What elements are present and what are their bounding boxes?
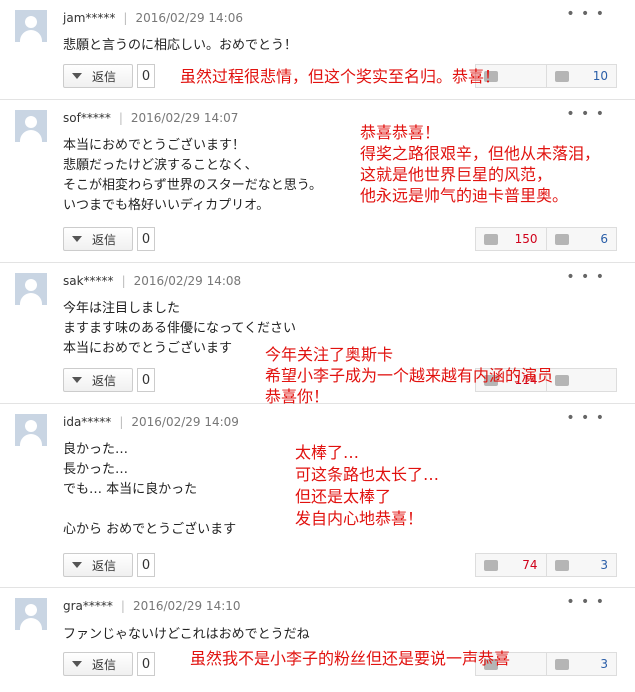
username[interactable]: sak***** [63, 274, 114, 288]
chevron-down-icon [72, 73, 82, 79]
thumbs-up-icon [484, 233, 498, 245]
comment-meta: jam***** | 2016/02/29 14:06 [63, 11, 243, 25]
more-options-icon[interactable]: • • • [566, 269, 605, 285]
reply-count: 0 [137, 227, 155, 251]
comment-meta: ida***** | 2016/02/29 14:09 [63, 415, 239, 429]
translation-note: 虽然我不是小李子的粉丝但还是要说一声恭喜 [190, 649, 511, 668]
reply-count: 0 [137, 368, 155, 392]
comment-item: ida***** | 2016/02/29 14:09 • • • 良かった… 長か… [0, 404, 635, 588]
more-options-icon[interactable]: • • • [566, 6, 605, 22]
vote-box: 150 6 [475, 227, 617, 251]
username[interactable]: jam***** [63, 11, 115, 25]
comment-meta: sof***** | 2016/02/29 14:07 [63, 111, 239, 125]
comment-item: jam***** | 2016/02/29 14:06 • • • 悲願と言うのに相… [0, 0, 635, 100]
reply-button[interactable]: 返信 [63, 227, 133, 251]
reply-count: 0 [137, 64, 155, 88]
like-button[interactable]: 150 [476, 228, 546, 250]
translation-note: 恭喜恭喜！ 得奖之路很艰辛，但他从未落泪， 这就是他世界巨星的风范， 他永远是帅… [360, 123, 601, 205]
more-options-icon[interactable]: • • • [566, 410, 605, 426]
username[interactable]: ida***** [63, 415, 111, 429]
comment-text: 本当におめでとうございます！ 悲願だったけど涙することなく、 そこが相変わらず世… [63, 138, 322, 213]
more-options-icon[interactable]: • • • [566, 106, 605, 122]
avatar[interactable] [15, 598, 47, 630]
thumbs-down-icon [554, 233, 569, 245]
avatar[interactable] [15, 273, 47, 305]
thumbs-down-icon [554, 559, 569, 571]
comment-item: sak***** | 2016/02/29 14:08 • • • 今年は注目しまし… [0, 263, 635, 406]
like-button[interactable]: 74 [476, 554, 546, 576]
timestamp: 2016/02/29 14:10 [132, 599, 241, 613]
dislike-button[interactable]: 3 [545, 653, 617, 675]
reply-button[interactable]: 返信 [63, 553, 133, 577]
comment-meta: gra***** | 2016/02/29 14:10 [63, 599, 241, 613]
dislike-button[interactable] [545, 369, 617, 391]
timestamp: 2016/02/29 14:07 [130, 111, 239, 125]
comment-text: 今年は注目しました ますます味のある俳優になってください 本当におめでとうござい… [63, 301, 296, 356]
chevron-down-icon [72, 236, 82, 242]
timestamp: 2016/02/29 14:06 [135, 11, 243, 25]
reply-button[interactable]: 返信 [63, 64, 133, 88]
thumbs-up-icon [484, 559, 498, 571]
avatar[interactable] [15, 10, 47, 42]
translation-note: 太棒了… 可这条路也太长了… 但还是太棒了 发自内心地恭喜！ [295, 443, 440, 528]
timestamp: 2016/02/29 14:09 [131, 415, 239, 429]
reply-button[interactable]: 返信 [63, 368, 133, 392]
comment-text: ファンじゃないけどこれはおめでとうだね [63, 627, 310, 642]
dislike-button[interactable]: 10 [545, 65, 617, 87]
reply-count: 0 [137, 652, 155, 676]
vote-box: 74 3 [475, 553, 617, 577]
comment-meta: sak***** | 2016/02/29 14:08 [63, 274, 242, 288]
avatar[interactable] [15, 414, 47, 446]
chevron-down-icon [72, 562, 82, 568]
thumbs-down-icon [554, 374, 569, 386]
comment-text: 悲願と言うのに相応しい。おめでとう！ [63, 38, 298, 53]
timestamp: 2016/02/29 14:08 [133, 274, 242, 288]
more-options-icon[interactable]: • • • [566, 594, 605, 610]
chevron-down-icon [72, 661, 82, 667]
username[interactable]: sof***** [63, 111, 111, 125]
avatar[interactable] [15, 110, 47, 142]
comment-text: 良かった… 長かった… でも… 本当に良かった 心から おめでとうございます [63, 442, 237, 537]
thumbs-down-icon [554, 658, 569, 670]
thumbs-down-icon [554, 70, 569, 82]
comment-item: sof***** | 2016/02/29 14:07 • • • 本当におめでとう… [0, 100, 635, 263]
reply-count: 0 [137, 553, 155, 577]
chevron-down-icon [72, 377, 82, 383]
username[interactable]: gra***** [63, 599, 113, 613]
comment-item: gra***** | 2016/02/29 14:10 • • • ファンじゃないけ… [0, 588, 635, 692]
reply-button[interactable]: 返信 [63, 652, 133, 676]
dislike-button[interactable]: 3 [545, 554, 617, 576]
translation-note: 今年关注了奥斯卡 希望小李子成为一个越来越有内涵的演员 恭喜你！ [265, 345, 554, 406]
translation-note: 虽然过程很悲情，但这个奖实至名归。恭喜！ [180, 67, 501, 86]
dislike-button[interactable]: 6 [545, 228, 617, 250]
